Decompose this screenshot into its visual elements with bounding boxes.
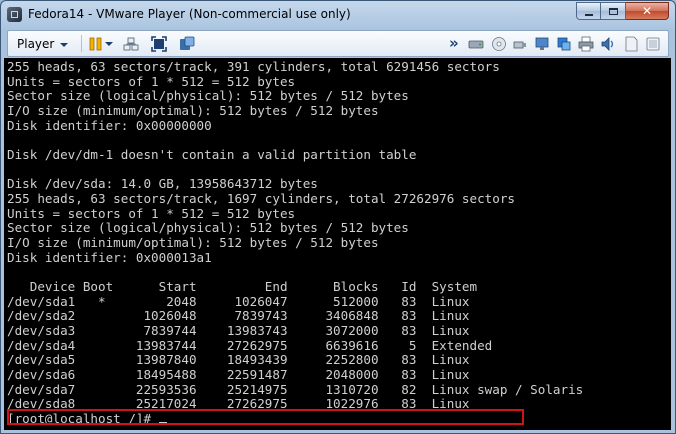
player-menu-button[interactable]: Player [17, 37, 69, 51]
terminal-line: /dev/sda4 13983744 27262975 6639616 5 Ex… [7, 337, 493, 353]
sound-card-icon[interactable] [600, 36, 616, 52]
title-bar[interactable]: Fedora14 - VMware Player (Non-commercial… [1, 1, 675, 29]
close-icon: ✕ [641, 4, 653, 18]
terminal-line: Disk identifier: 0x00000000 [7, 117, 212, 133]
terminal-line: Sector size (logical/physical): 512 byte… [7, 88, 409, 104]
terminal-line: Disk identifier: 0x000013a1 [7, 249, 212, 265]
message-log-icon[interactable] [623, 36, 639, 52]
chevron-down-icon [60, 42, 69, 47]
unity-icon[interactable] [179, 36, 195, 52]
player-toolbar: Player » [7, 30, 669, 57]
window-title: Fedora14 - VMware Player (Non-commercial… [28, 7, 351, 21]
player-menu-label: Player [17, 37, 55, 51]
vm-settings-icon[interactable] [645, 36, 661, 52]
maximize-button[interactable] [601, 2, 626, 20]
terminal-line: Disk /dev/sda: 14.0 GB, 13958643712 byte… [7, 176, 318, 192]
pause-dropdown-icon[interactable] [105, 42, 113, 46]
window-controls: ✕ [576, 2, 669, 21]
terminal-line: /dev/sda5 13987840 18493439 2252800 83 L… [7, 352, 470, 368]
terminal-line: 255 heads, 63 sectors/track, 391 cylinde… [7, 59, 500, 74]
printer-icon[interactable] [578, 36, 594, 52]
pause-icon[interactable] [88, 36, 104, 52]
guest-console-screen[interactable]: 255 heads, 63 sectors/track, 391 cylinde… [4, 58, 671, 430]
maximize-icon [608, 7, 618, 15]
terminal-line: 255 heads, 63 sectors/track, 1697 cylind… [7, 190, 515, 206]
terminal-line: I/O size (minimum/optimal): 512 bytes / … [7, 234, 379, 250]
hard-disk-icon[interactable] [468, 36, 484, 52]
terminal-line: /dev/sda3 7839744 13983743 3072000 83 Li… [7, 322, 470, 338]
usb-icon[interactable] [512, 36, 528, 52]
terminal-line: /dev/sda7 22593536 25214975 1310720 82 L… [7, 381, 584, 397]
terminal-line: Disk /dev/dm-1 doesn't contain a valid p… [7, 146, 417, 162]
toolbar-divider [81, 35, 82, 52]
terminal-line: Device Boot Start End Blocks Id System [7, 278, 478, 294]
terminal-line: /dev/sda1 * 2048 1026047 512000 83 Linux [7, 293, 470, 309]
fullscreen-icon[interactable] [151, 36, 167, 52]
terminal-line: I/O size (minimum/optimal): 512 bytes / … [7, 102, 379, 118]
terminal-line: /dev/sda6 18495488 22591487 2048000 83 L… [7, 366, 470, 382]
terminal-line: Units = sectors of 1 * 512 = 512 bytes [7, 73, 296, 89]
network-adapter-icon[interactable] [534, 36, 550, 52]
highlight-box-sda5 [7, 409, 524, 425]
vmware-app-icon [7, 7, 22, 22]
vmware-player-window: Fedora14 - VMware Player (Non-commercial… [0, 0, 676, 434]
terminal-line: Sector size (logical/physical): 512 byte… [7, 220, 409, 236]
send-ctrl-alt-del-icon[interactable] [123, 36, 139, 52]
terminal-line: Units = sectors of 1 * 512 = 512 bytes [7, 205, 296, 221]
usb-device-icon[interactable] [556, 36, 572, 52]
cd-dvd-icon[interactable] [491, 36, 507, 52]
close-button[interactable]: ✕ [626, 2, 669, 20]
toolbar-overflow-button[interactable]: » [449, 34, 459, 52]
minimize-button[interactable] [576, 2, 601, 20]
minimize-icon [584, 13, 593, 16]
terminal-line: /dev/sda2 1026048 7839743 3406848 83 Lin… [7, 308, 470, 324]
